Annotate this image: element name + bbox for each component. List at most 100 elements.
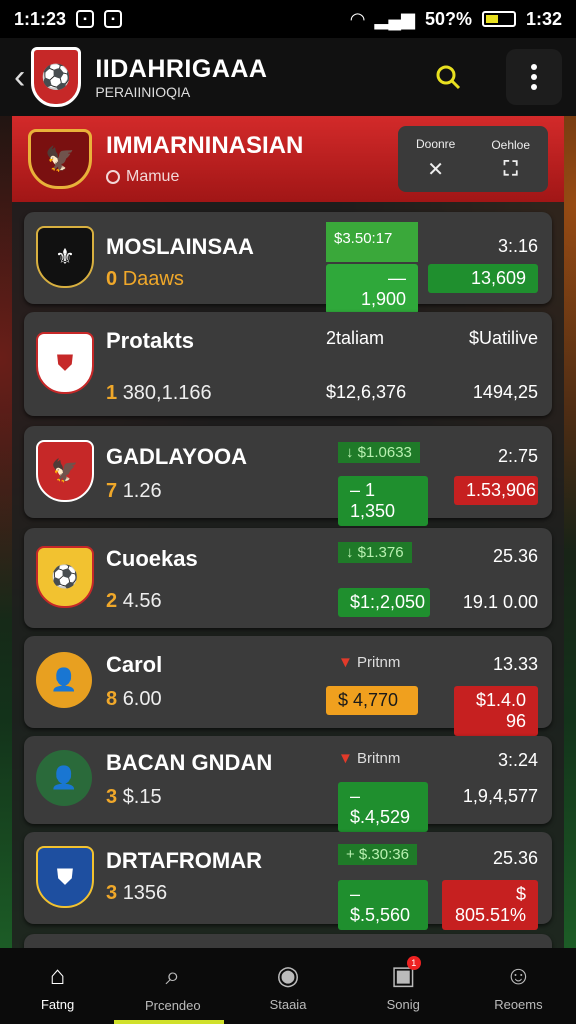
user-icon: ☺ [505, 960, 532, 990]
price-tag: ↓ $1.0633 [338, 442, 420, 463]
team-value: 1.26 [122, 480, 162, 502]
cross-tools-icon: ✕ [427, 158, 445, 181]
stat-value: $12,6,376 [326, 382, 407, 402]
nav-label: Fatng [40, 997, 75, 1012]
list-item[interactable]: 🦅 GADLAYOOA 7 1.26 ↓ $1.0633 2:.75 – 1 1… [24, 426, 552, 526]
back-icon[interactable]: ‹ [14, 58, 25, 97]
value-pill: $ 805.51% [442, 880, 538, 930]
status-bar: 1:1:23 ▪ ▪ ◠ ▂▄▆ 50?% 1:32 [0, 0, 576, 38]
league-action-2[interactable]: Oehloe ⛶ [491, 138, 530, 181]
stat-value: 25.36 [492, 848, 538, 868]
team-value: 1356 [122, 882, 168, 904]
stat-value: 1494,25 [472, 382, 538, 402]
value-pill: – 1 1,350 [338, 476, 428, 526]
player-name: Carol [106, 652, 163, 677]
status-time-right: 1:32 [525, 8, 562, 29]
more-menu-button[interactable] [506, 49, 562, 105]
signal-icon: ▂▄▆ [374, 8, 415, 29]
app-bar: ‹ ⚽ IIDAHRIGAAA PERAIINIOQIA [0, 38, 576, 116]
player-avatar: 👤 [36, 652, 92, 708]
team-rank: 3 [106, 882, 118, 904]
value-pill: $1:,2,050 [338, 588, 430, 617]
stat-value: 2:.75 [497, 446, 538, 466]
team-crest-icon: ⚽ [36, 546, 94, 608]
nav-label: Staaia [269, 997, 307, 1012]
list-item[interactable]: ⚽ Cuoekas 2 4.56 ↓ $1.376 25.36 $1:,2,05… [24, 528, 552, 628]
team-value: Daaws [122, 268, 184, 290]
player-avatar: 👤 [36, 750, 92, 806]
team-crest-icon: ⛊ [36, 846, 94, 908]
league-name: IMMARNINASIAN [106, 132, 304, 159]
wifi-icon: ◠ [350, 8, 365, 29]
team-crest-icon: 🦅 [36, 440, 94, 502]
nav-label: Reoems [494, 997, 543, 1012]
list-item[interactable]: ⛊ DRTAFROMAR 3 1356 + $.30:36 25.36 – $.… [24, 832, 552, 930]
nav-item-home[interactable]: ⌂ Fatng [0, 948, 115, 1024]
play-icon: ◉ [276, 960, 300, 990]
team-rank: 7 [106, 480, 118, 502]
list-item[interactable]: ⛊ Protakts 1 380,1.166 2taliam $Uatilive… [24, 312, 552, 416]
value-pill: 13,609 [428, 264, 538, 293]
app-title: IIDAHRIGAAA [95, 54, 268, 83]
home-icon: ⌂ [49, 960, 66, 990]
notification-icon: ▪ [104, 10, 123, 28]
value-pill: – $.5,560 [338, 880, 428, 930]
club-crest-logo: ⚽ [31, 47, 82, 107]
more-vert-icon [531, 64, 537, 90]
league-subtitle: Mamue [126, 168, 180, 185]
bottom-navigation: ⌂ Fatng ⌕ Prcendeo ◉ Staaia ▣ 1 Sonig ☺ … [0, 948, 576, 1024]
value-pill: 1.53,906 [454, 476, 538, 505]
list-item[interactable] [24, 934, 552, 948]
player-name: BACAN GNDAN [106, 750, 273, 775]
team-rank: 1 [106, 382, 118, 404]
league-actions: Doonre ✕ Oehloe ⛶ [398, 126, 548, 192]
team-value: 380,1.166 [122, 382, 212, 404]
search-button[interactable] [420, 49, 476, 105]
trend-label: Pritnm [357, 654, 401, 671]
stat-value: 13.33 [492, 654, 538, 674]
league-crest-logo: 🦅 [28, 129, 92, 189]
column-header: $Uatilive [468, 328, 538, 348]
nav-item-play[interactable]: ◉ Staaia [230, 948, 345, 1024]
search-icon: ⌕ [165, 959, 181, 990]
stat-value: 3:.16 [497, 236, 538, 256]
search-icon [436, 65, 461, 90]
frame-icon: ⛶ [503, 157, 518, 180]
stat-value: 1,9,4,577 [462, 786, 538, 806]
battery-icon [481, 11, 516, 27]
nav-label: Sonig [386, 997, 420, 1012]
team-name: DRTAFROMAR [106, 848, 263, 873]
list-item[interactable]: 👤 Carol 8 6.00 ▼ Pritnm 13.33 $ 4,770 $1… [24, 636, 552, 736]
list-item[interactable]: ⚜ MOSLAINSAA 0 Daaws $3.50:17 3:.16 — 1,… [24, 212, 552, 314]
nav-item-profile[interactable]: ☺ Reoems [461, 948, 576, 1024]
team-name: MOSLAINSAA [106, 234, 254, 259]
value-pill: $1.4.0 96 [454, 686, 538, 736]
team-name: Cuoekas [106, 546, 198, 571]
trend-down-icon: ▼ [338, 654, 353, 671]
value-pill: — 1,900 [326, 264, 418, 314]
team-rank: 2 [106, 590, 118, 612]
team-rank: 3 [106, 786, 118, 808]
list-item[interactable]: 👤 BACAN GNDAN 3 $.15 ▼ Britnm 3:.24 – $.… [24, 736, 552, 832]
notification-badge: 1 [406, 956, 421, 970]
team-name: Protakts [106, 328, 195, 353]
nav-item-scoreboard[interactable]: ▣ 1 Sonig [346, 948, 461, 1024]
team-rank: 0 [106, 268, 118, 290]
team-crest-icon: ⛊ [36, 332, 94, 394]
league-action-1[interactable]: Doonre ✕ [416, 137, 455, 182]
team-value: 4.56 [122, 590, 162, 612]
clock-icon [106, 170, 120, 184]
nav-active-indicator [114, 1020, 224, 1024]
column-header: 2taliam [326, 328, 385, 348]
value-pill: $ 4,770 [326, 686, 418, 715]
team-name: GADLAYOOA [106, 444, 247, 469]
trend-label: Britnm [357, 750, 401, 767]
price-tag: $3.50:17 [326, 222, 418, 262]
battery-percent: 50?% [424, 8, 472, 29]
team-rank: 8 [106, 688, 118, 710]
nav-label: Prcendeo [144, 997, 201, 1013]
nav-item-search[interactable]: ⌕ Prcendeo [115, 948, 230, 1024]
trend-down-icon: ▼ [338, 750, 353, 767]
league-header: 🦅 IMMARNINASIAN Mamue Doonre ✕ Oehloe ⛶ [12, 116, 564, 202]
stat-value: 25.36 [492, 546, 538, 566]
